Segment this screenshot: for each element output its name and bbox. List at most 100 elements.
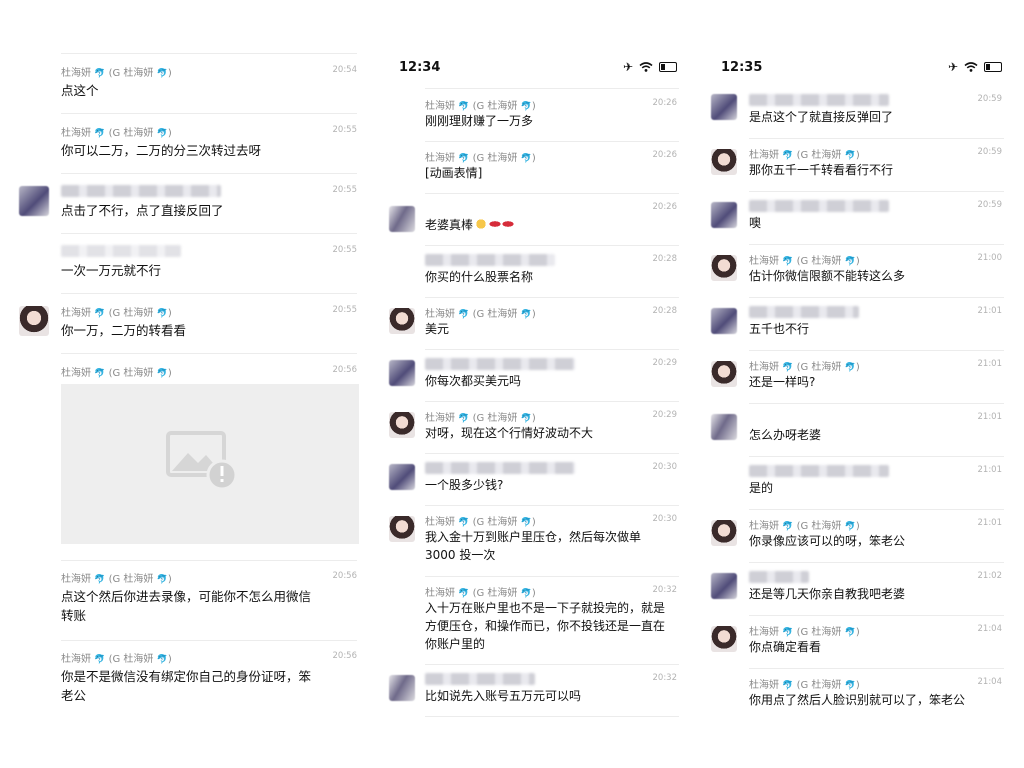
message-item[interactable]: 20:59 噢 (705, 196, 1010, 248)
message-text: [动画表情] (425, 166, 483, 180)
message-item[interactable]: 杜海妍 🐬 (G 杜海妍 🐬) 20:55 你一万，二万的转看看 (15, 300, 365, 356)
message-text-line2: 3000 投一次 (425, 548, 496, 562)
avatar[interactable] (389, 675, 415, 701)
message-item[interactable]: 21:01 怎么办呀老婆 (705, 408, 1010, 460)
message-text: 五千也不行 (749, 322, 810, 336)
avatar[interactable] (389, 360, 415, 386)
divider (425, 349, 679, 350)
divider (425, 664, 679, 665)
message-item[interactable]: 杜海妍 🐬 (G 杜海妍 🐬) 20:30 我入金十万到账户里压仓，然后每次做单… (385, 510, 685, 578)
timestamp: 20:55 (332, 305, 358, 315)
avatar[interactable] (711, 626, 737, 652)
broken-image-icon (166, 431, 238, 491)
divider (425, 505, 679, 506)
blurred-sender-name (749, 306, 859, 318)
status-bar: 12:34 ✈ (385, 52, 685, 82)
avatar[interactable] (19, 186, 49, 216)
message-text: 我入金十万到账户里压仓，然后每次做单 (425, 530, 642, 544)
fish-emoji-icon: 🐬 (782, 681, 794, 691)
message-item[interactable]: 杜海妍 🐬 (G 杜海妍 🐬) 20:26 刚刚理财赚了一万多 (385, 94, 685, 146)
message-item[interactable]: 杜海妍 🐬 (G 杜海妍 🐬) 20:55 你可以二万，二万的分三次转过去呀 (15, 120, 365, 176)
divider (749, 191, 1004, 192)
message-text: 估计你微信限额不能转这么多 (749, 269, 906, 283)
message-item[interactable]: 杜海妍 🐬 (G 杜海妍 🐬) 20:29 对呀，现在这个行情好波动不大 (385, 406, 685, 458)
message-item[interactable]: 20:29 你每次都买美元吗 (385, 354, 685, 406)
message-item[interactable]: 杜海妍 🐬 (G 杜海妍 🐬) 20:56 点这个然后你进去录像，可能你不怎么用… (15, 566, 365, 641)
fish-emoji-icon: 🐬 (94, 655, 106, 665)
avatar[interactable] (711, 255, 737, 281)
message-item[interactable]: 20:26 老婆真棒 (385, 198, 685, 250)
avatar[interactable] (711, 149, 737, 175)
divider (425, 453, 679, 454)
message-item[interactable]: 20:32 比如说先入账号五万元可以吗 (385, 669, 685, 721)
timestamp: 20:59 (977, 147, 1003, 157)
message-item[interactable]: 杜海妍 🐬 (G 杜海妍 🐬) 20:59 那你五千一千转看看行不行 (705, 143, 1010, 195)
message-item[interactable]: 杜海妍 🐬 (G 杜海妍 🐬) 21:04 你用点了然后人脸识别就可以了，笨老公 (705, 673, 1010, 725)
sender-name: 杜海妍 🐬 (G 杜海妍 🐬) (425, 588, 536, 599)
timestamp: 20:55 (332, 245, 358, 255)
avatar[interactable] (711, 414, 737, 440)
message-item[interactable]: 21:02 还是等几天你亲自教我吧老婆 (705, 567, 1010, 619)
fish-emoji-icon: 🐬 (458, 518, 470, 528)
divider (749, 244, 1004, 245)
divider (749, 350, 1004, 351)
divider (425, 141, 679, 142)
message-text: 你买的什么股票名称 (425, 270, 534, 284)
divider (61, 640, 357, 641)
message-item[interactable]: 杜海妍 🐬 (G 杜海妍 🐬) 20:56 你是不是微信没有绑定你自己的身份证呀… (15, 646, 365, 721)
message-text-line2: 转账 (61, 608, 87, 623)
message-item[interactable]: 20:55 一次一万元就不行 (15, 240, 365, 296)
message-item[interactable]: 杜海妍 🐬 (G 杜海妍 🐬) 20:32 入十万在账户里也不是一下子就投完的，… (385, 581, 685, 667)
timestamp: 20:26 (652, 202, 678, 212)
message-item[interactable]: 20:59 是点这个了就直接反弹回了 (705, 90, 1010, 142)
message-item[interactable]: 20:28 你买的什么股票名称 (385, 250, 685, 302)
avatar[interactable] (711, 202, 737, 228)
battery-icon (984, 62, 1002, 72)
message-item[interactable]: 20:30 一个股多少钱? (385, 458, 685, 510)
message-text: 刚刚理财赚了一万多 (425, 114, 534, 128)
divider (749, 668, 1004, 669)
sender-name: 杜海妍 🐬 (G 杜海妍 🐬) (61, 654, 172, 665)
avatar[interactable] (711, 308, 737, 334)
fish-emoji-icon: 🐬 (782, 257, 794, 267)
avatar[interactable] (711, 573, 737, 599)
avatar[interactable] (389, 464, 415, 490)
avatar[interactable] (711, 361, 737, 387)
message-text: 老婆真棒 (425, 216, 515, 235)
message-item[interactable]: 杜海妍 🐬 (G 杜海妍 🐬) 20:54 点这个 (15, 60, 365, 116)
message-text: 还是等几天你亲自教我吧老婆 (749, 587, 906, 601)
thumbs-up-emoji-icon (475, 218, 488, 230)
message-item[interactable]: 21:01 是的 (705, 461, 1010, 513)
sender-name: 杜海妍 🐬 (G 杜海妍 🐬) (425, 101, 536, 112)
divider (61, 293, 357, 294)
avatar[interactable] (711, 94, 737, 120)
fish-emoji-icon: 🐬 (458, 414, 470, 424)
message-item[interactable]: 杜海妍 🐬 (G 杜海妍 🐬) 21:00 估计你微信限额不能转这么多 (705, 249, 1010, 301)
message-item[interactable]: 杜海妍 🐬 (G 杜海妍 🐬) 21:01 还是一样吗? (705, 355, 1010, 407)
avatar[interactable] (19, 306, 49, 336)
avatar[interactable] (389, 308, 415, 334)
message-text: 美元 (425, 322, 450, 336)
message-text-line2: 老公 (61, 688, 87, 703)
chat-screenshot-1: 杜海妍 🐬 (G 杜海妍 🐬) 20:54 点这个 杜海妍 🐬 (G 杜海妍 🐬… (15, 0, 365, 768)
message-text: 你用点了然后人脸识别就可以了，笨老公 (749, 693, 966, 707)
message-item[interactable]: 20:55 点击了不行，点了直接反回了 (15, 180, 365, 236)
message-text-line2: 方便压仓，和操作而已，你不投钱还是一直在 (425, 619, 666, 633)
sender-name: 杜海妍 🐬 (G 杜海妍 🐬) (425, 309, 536, 320)
image-message[interactable] (61, 384, 359, 544)
divider (425, 401, 679, 402)
avatar[interactable] (389, 516, 415, 542)
message-item[interactable]: 杜海妍 🐬 (G 杜海妍 🐬) 21:01 你录像应该可以的呀，笨老公 (705, 514, 1010, 566)
sender-name: 杜海妍 🐬 (G 杜海妍 🐬) (749, 680, 860, 691)
fish-emoji-icon: 🐬 (458, 310, 470, 320)
avatar[interactable] (711, 520, 737, 546)
message-item[interactable]: 杜海妍 🐬 (G 杜海妍 🐬) 21:04 你点确定看看 (705, 620, 1010, 672)
message-text: 怎么办呀老婆 (749, 428, 822, 442)
message-item[interactable]: 21:01 五千也不行 (705, 302, 1010, 354)
timestamp: 20:56 (332, 651, 358, 661)
message-item[interactable]: 杜海妍 🐬 (G 杜海妍 🐬) 20:26 [动画表情] (385, 146, 685, 198)
message-item[interactable]: 杜海妍 🐬 (G 杜海妍 🐬) 20:56 (15, 360, 365, 560)
message-item[interactable]: 杜海妍 🐬 (G 杜海妍 🐬) 20:28 美元 (385, 302, 685, 354)
avatar[interactable] (389, 412, 415, 438)
avatar[interactable] (389, 206, 415, 232)
